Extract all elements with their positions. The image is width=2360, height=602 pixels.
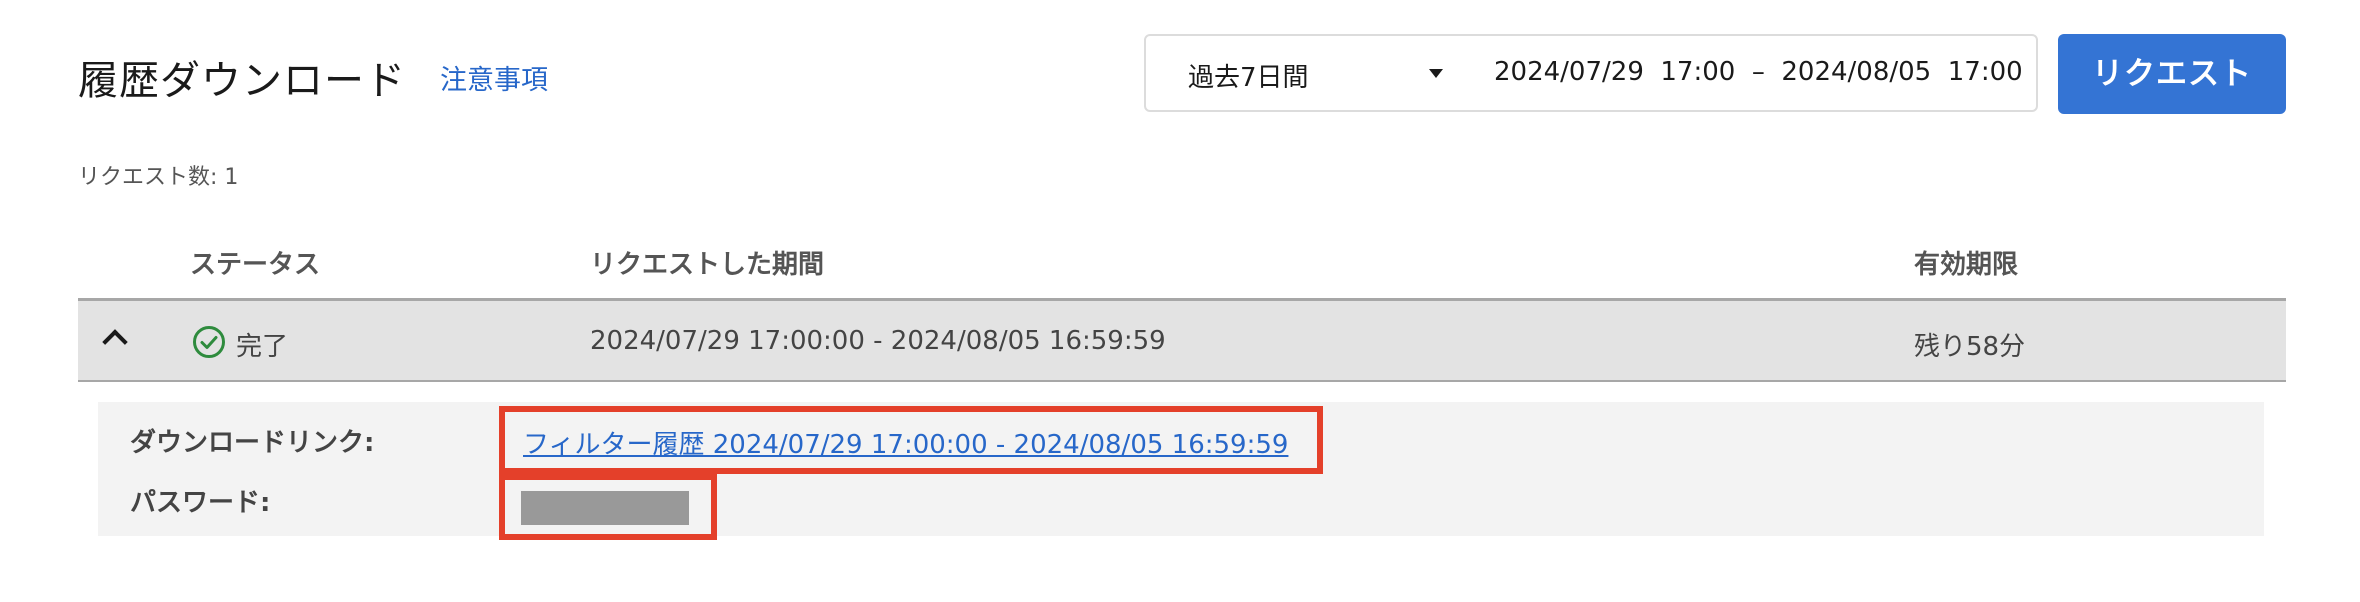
request-button[interactable]: リクエスト [2058, 34, 2286, 114]
column-header-period: リクエストした期間 [590, 250, 825, 280]
check-circle-icon [193, 326, 225, 358]
column-header-expiry: 有効期限 [1914, 250, 2019, 280]
date-range-filter: 過去7日間 2024/07/29 17:00 – 2024/08/05 17:0… [1144, 34, 2038, 112]
download-link-label: ダウンロードリンク: [130, 428, 375, 458]
password-highlight [499, 474, 717, 540]
table-row[interactable]: 完了 2024/07/29 17:00:00 - 2024/08/05 16:5… [78, 298, 2286, 382]
requested-period: 2024/07/29 17:00:00 - 2024/08/05 16:59:5… [590, 326, 1166, 356]
download-link-highlight: フィルター履歴 2024/07/29 17:00:00 - 2024/08/05… [499, 406, 1323, 474]
password-masked-value [521, 491, 689, 525]
request-count: リクエスト数: 1 [78, 165, 239, 190]
notes-link[interactable]: 注意事項 [440, 58, 548, 97]
period-select-value: 過去7日間 [1188, 63, 1309, 93]
period-select[interactable]: 過去7日間 [1146, 36, 1456, 110]
column-header-status: ステータス [190, 250, 321, 280]
caret-down-icon [1429, 69, 1443, 78]
row-details: ダウンロードリンク: パスワード: フィルター履歴 2024/07/29 17:… [98, 402, 2264, 540]
download-link[interactable]: フィルター履歴 2024/07/29 17:00:00 - 2024/08/05… [523, 424, 1288, 461]
chevron-up-icon[interactable] [102, 329, 128, 355]
date-range-input[interactable]: 2024/07/29 17:00 – 2024/08/05 17:00 [1494, 57, 2023, 87]
page-title: 履歴ダウンロード [78, 58, 406, 104]
expiry-remaining: 残り58分 [1914, 332, 2026, 362]
password-label: パスワード: [130, 488, 271, 518]
status-text: 完了 [236, 332, 289, 362]
